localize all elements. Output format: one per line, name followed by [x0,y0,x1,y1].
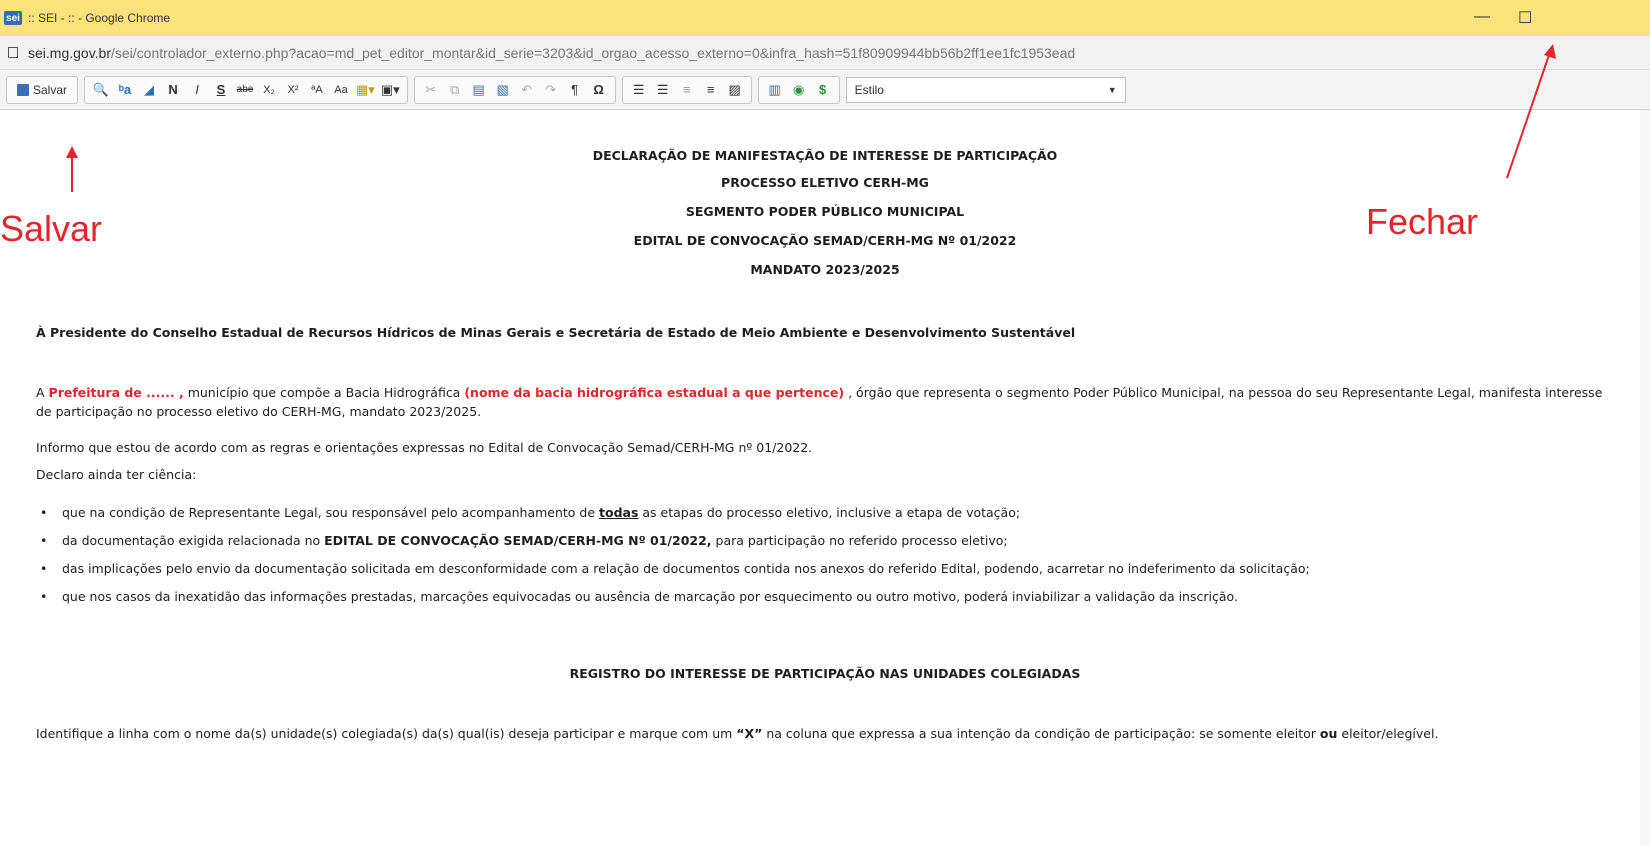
paste-icon[interactable]: ▤ [470,79,488,101]
bullet-2-text-b: EDITAL DE CONVOCAÇÃO SEMAD/CERH-MG Nº 01… [324,533,712,548]
lowercase-icon[interactable]: Aa [332,79,350,101]
floppy-disk-icon [17,83,29,96]
annotation-close: Fechar [1366,201,1479,242]
minimize-button[interactable]: — [1474,8,1490,26]
instructions-text-a: Identifique a linha com o nome da(s) uni… [36,726,737,741]
strikethrough-button[interactable]: abe [236,79,254,101]
bullet-1-text-b: todas [599,505,639,520]
list-group: ☰ ☰ ≡ ≡ ▨ [621,75,752,104]
bullet-4: que nos casos da inexatidão das informaç… [40,587,1610,606]
table-icon[interactable]: ▦▾ [356,79,375,101]
para1-middle: município que compõe a Bacia Hidrográfic… [183,385,465,400]
bullet-1-text-a: que na condição de Representante Legal, … [62,505,600,520]
uppercase-icon[interactable]: ªA [308,79,326,101]
eraser-icon[interactable]: ◢ [140,79,158,101]
copy-icon[interactable]: ⧉ [446,79,464,101]
instructions-x: “X” [736,726,763,741]
doc-heading-2: PROCESSO ELETIVO CERH-MG [721,175,929,190]
sei-logo-icon: sei [4,11,22,25]
outdent-icon[interactable]: ≡ [678,79,696,101]
paragraph-agreement: Informo que estou de acordo com as regra… [36,440,813,455]
redo-icon[interactable]: ↷ [542,79,560,101]
lock-icon [8,47,18,58]
save-group: Salvar [6,75,79,104]
dollar-icon[interactable]: $ [814,79,832,101]
prefeitura-placeholder: Prefeitura de ...... , [48,385,184,400]
url-path: /sei/controlador_externo.php?acao=md_pet… [111,44,1076,61]
clipboard-group: ✂ ⧉ ▤ ▧ ↶ ↷ ¶ Ω [413,75,616,104]
bold-button[interactable]: N [164,79,182,101]
cut-icon[interactable]: ✂ [422,79,440,101]
subscript-button[interactable]: X₂ [260,79,278,101]
form-icon[interactable]: ▥ [766,79,784,101]
bullet-2-text-a: da documentação exigida relacionada no [62,533,325,548]
doc-heading-5: MANDATO 2023/2025 [750,262,900,277]
find-icon[interactable]: 🔍 [92,79,110,101]
underline-button[interactable]: S [212,79,230,101]
save-button[interactable]: Salvar [14,79,70,101]
numbered-list-icon[interactable]: ☰ [630,79,648,101]
styles-label: Estilo [854,82,884,97]
paste-word-icon[interactable]: ▧ [494,79,512,101]
text-color-icon[interactable]: ▣▾ [381,79,400,101]
instructions-ou: ou [1319,726,1338,741]
superscript-button[interactable]: X² [284,79,302,101]
bullet-3: das implicações pelo envio da documentaç… [40,559,1610,578]
instructions-text-c: eleitor/elegível. [1337,726,1439,741]
editor-toolbar: Salvar 🔍 ᵇa ◢ N I S abe X₂ X² ªA Aa ▦▾ ▣… [0,70,1650,110]
bullet-1: que na condição de Representante Legal, … [40,503,1610,522]
url-host: sei.mg.gov.br [28,44,111,61]
paragraph-awareness: Declaro ainda ter ciência: [36,467,197,482]
annotation-save: Salvar [0,208,103,249]
special-char-icon[interactable]: Ω [590,79,608,101]
styles-dropdown[interactable]: Estilo ▼ [845,76,1126,103]
chevron-down-icon: ▼ [1107,84,1117,95]
address-bar[interactable]: sei.mg.gov.br/sei/controlador_externo.ph… [0,36,1650,70]
undo-icon[interactable]: ↶ [518,79,536,101]
italic-button[interactable]: I [188,79,206,101]
replace-icon[interactable]: ᵇa [116,79,134,101]
instructions-text-b: na coluna que expressa a sua intenção da… [762,726,1320,741]
globe-icon[interactable]: ◉ [790,79,808,101]
para1-prefix: A [36,385,49,400]
maximize-button[interactable]: ☐ [1518,8,1532,28]
section-heading: REGISTRO DO INTERESSE DE PARTICIPAÇÃO NA… [569,666,1081,681]
extras-group: ▥ ◉ $ [757,75,840,104]
window-title: :: SEI - :: - Google Chrome [28,11,171,25]
window-titlebar: sei :: SEI - :: - Google Chrome — ☐ [0,0,1650,36]
url-text[interactable]: sei.mg.gov.br/sei/controlador_externo.ph… [28,45,1075,61]
bullet-2: da documentação exigida relacionada no E… [40,531,1610,550]
image-icon[interactable]: ▨ [726,79,744,101]
indent-icon[interactable]: ≡ [702,79,720,101]
addressee: À Presidente do Conselho Estadual de Rec… [36,325,1076,340]
format-group: 🔍 ᵇa ◢ N I S abe X₂ X² ªA Aa ▦▾ ▣▾ [84,75,408,104]
doc-heading-1: DECLARAÇÃO DE MANIFESTAÇÃO DE INTERESSE … [592,148,1058,163]
bacia-placeholder: (nome da bacia hidrográfica estadual a q… [464,385,845,400]
bullet-2-text-c: para participação no referido processo e… [711,533,1008,548]
scrollbar-track[interactable] [1640,110,1650,846]
bullet-1-text-c: as etapas do processo eletivo, inclusive… [638,505,1021,520]
paragraph-declaration: A Prefeitura de ...... , município que c… [36,383,1610,421]
pilcrow-icon[interactable]: ¶ [566,79,584,101]
save-label: Salvar [33,82,68,97]
bulleted-list-icon[interactable]: ☰ [654,79,672,101]
paragraph-instructions: Identifique a linha com o nome da(s) uni… [36,724,1610,743]
